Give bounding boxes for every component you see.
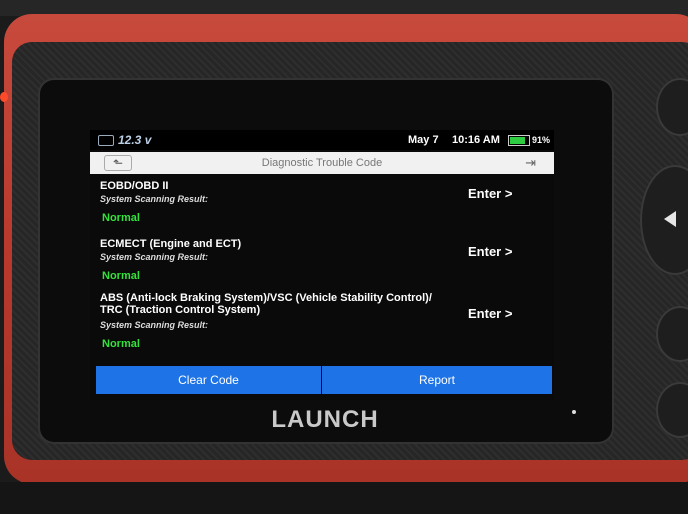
- system-list: EOBD/OBD II System Scanning Result: Norm…: [90, 176, 554, 366]
- list-item[interactable]: EOBD/OBD II System Scanning Result: Norm…: [90, 180, 554, 232]
- power-led: [0, 92, 8, 102]
- enter-button[interactable]: Enter >: [468, 244, 512, 259]
- system-name: ECMECT (Engine and ECT): [100, 238, 242, 250]
- list-item[interactable]: ECMECT (Engine and ECT) System Scanning …: [90, 238, 554, 290]
- car-battery-icon: [98, 135, 114, 146]
- status-normal: Normal: [102, 212, 140, 224]
- left-arrow-icon: [664, 211, 676, 227]
- launch-logo: LAUNCH: [271, 406, 379, 433]
- status-normal: Normal: [102, 270, 140, 282]
- system-name: ABS (Anti-lock Braking System)/VSC (Vehi…: [100, 292, 432, 316]
- clear-code-button[interactable]: Clear Code: [96, 366, 321, 394]
- battery-icon: [508, 135, 530, 146]
- page-title: Diagnostic Trouble Code: [261, 157, 383, 169]
- list-item[interactable]: ABS (Anti-lock Braking System)/VSC (Vehi…: [90, 292, 554, 364]
- status-normal: Normal: [102, 338, 140, 350]
- status-date: May 7: [408, 134, 439, 146]
- report-button[interactable]: Report: [322, 366, 552, 394]
- action-bar: Clear Code Report: [96, 366, 552, 394]
- background-bottom: [0, 482, 688, 514]
- result-label: System Scanning Result:: [100, 320, 209, 330]
- device-screen: 12.3 v May 7 10:16 AM 91% ⬑ Diagnostic T…: [90, 130, 554, 400]
- system-name: EOBD/OBD II: [100, 180, 169, 192]
- exit-icon[interactable]: ⇥: [525, 155, 536, 171]
- enter-button[interactable]: Enter >: [468, 306, 512, 321]
- sensor-dot: [572, 410, 576, 414]
- enter-button[interactable]: Enter >: [468, 186, 512, 201]
- voltage-readout: 12.3 v: [118, 133, 152, 147]
- status-bar: 12.3 v May 7 10:16 AM 91%: [90, 130, 554, 150]
- status-time: 10:16 AM: [452, 134, 500, 146]
- result-label: System Scanning Result:: [100, 194, 209, 204]
- result-label: System Scanning Result:: [100, 252, 209, 262]
- title-bar: ⬑ Diagnostic Trouble Code ⇥: [90, 152, 554, 174]
- battery-percent: 91%: [532, 135, 551, 145]
